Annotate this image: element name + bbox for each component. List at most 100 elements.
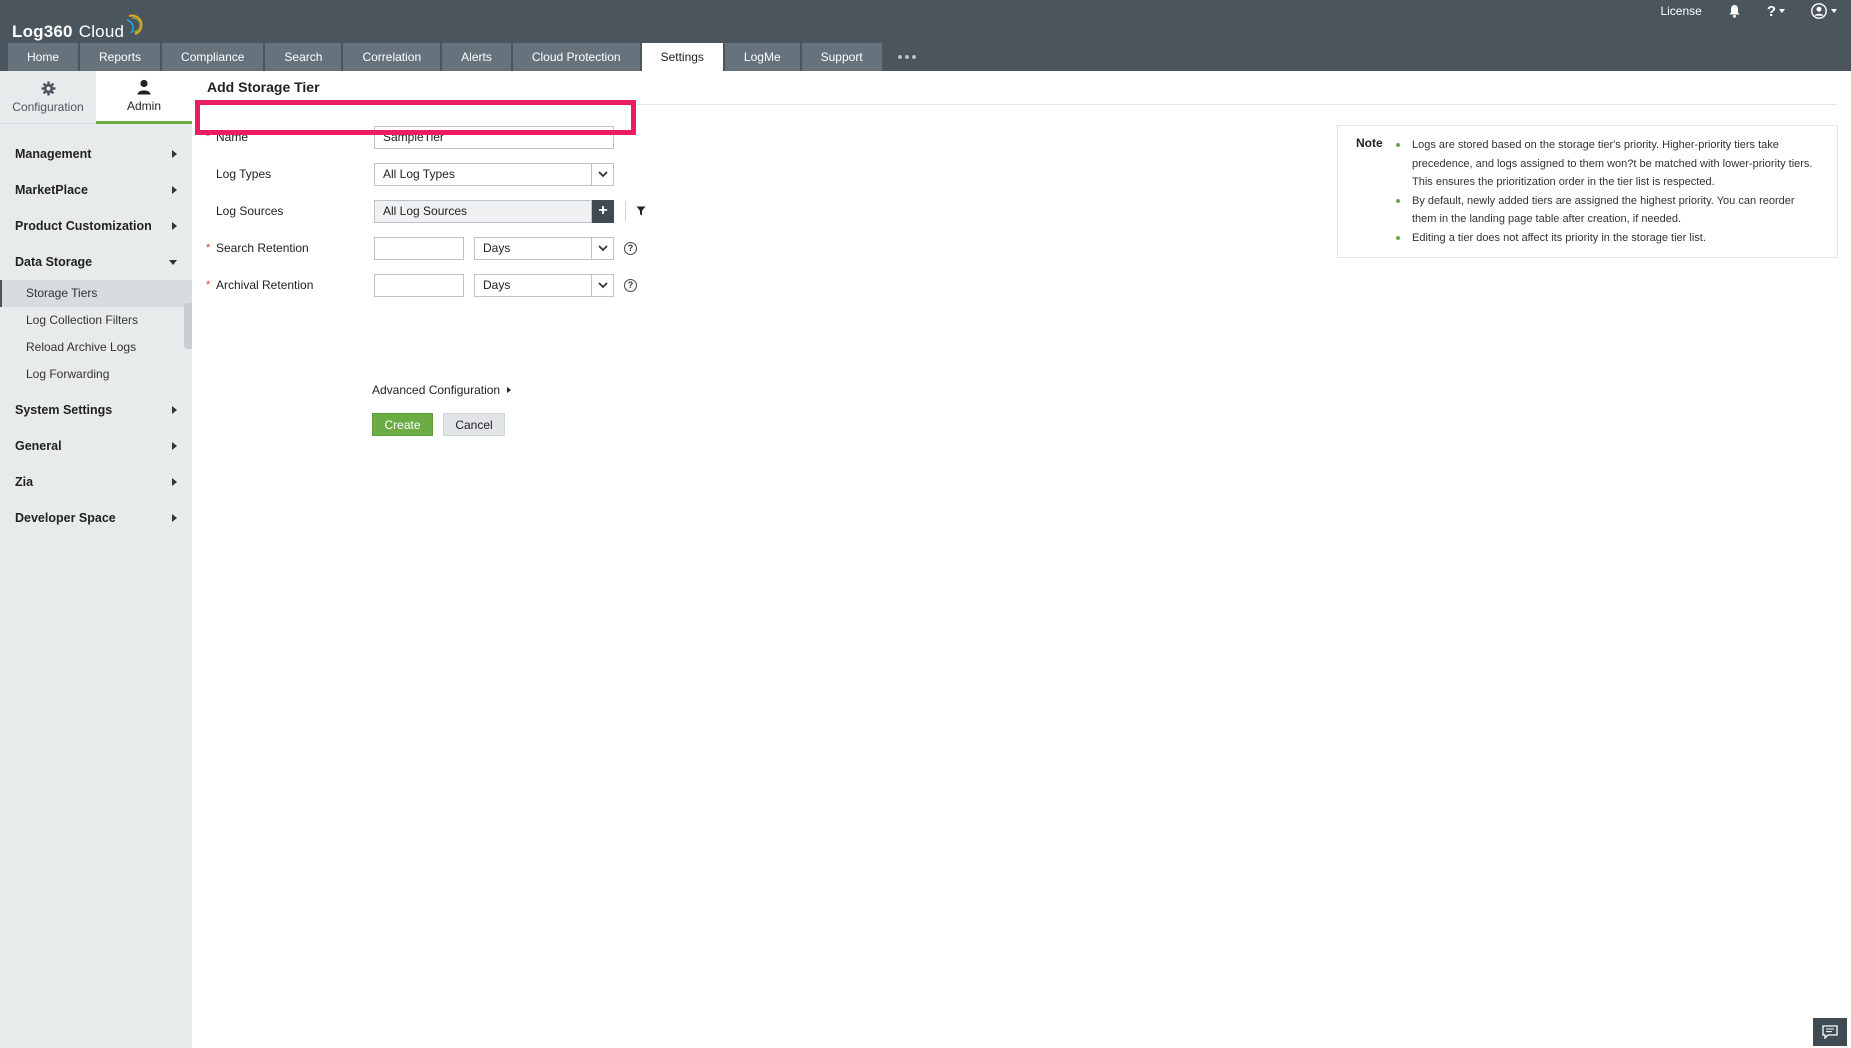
- sidebar-tab-admin[interactable]: Admin: [96, 71, 192, 124]
- sidebar-menu: Management MarketPlace Product Customiza…: [0, 124, 192, 536]
- form-row-search-retention: * Search Retention Days ?: [206, 236, 637, 260]
- archival-retention-unit-select[interactable]: Days: [474, 273, 614, 297]
- sidebar-item-system-settings[interactable]: System Settings: [0, 392, 192, 428]
- sidebar-item-zia[interactable]: Zia: [0, 464, 192, 500]
- sidebar-item-general[interactable]: General: [0, 428, 192, 464]
- tab-cloud-protection[interactable]: Cloud Protection: [512, 43, 640, 71]
- chevron-down-icon: [591, 163, 613, 185]
- more-tabs-icon[interactable]: [884, 43, 930, 71]
- sidebar-item-developer-space[interactable]: Developer Space: [0, 500, 192, 536]
- search-retention-unit-value: Days: [483, 241, 511, 255]
- tab-settings[interactable]: Settings: [641, 43, 723, 71]
- sidebar-item-label: Product Customization: [15, 219, 152, 233]
- add-log-source-button[interactable]: +: [592, 199, 614, 223]
- chevron-down-icon: [591, 274, 613, 296]
- chat-icon[interactable]: [1813, 1018, 1847, 1046]
- user-icon: [137, 79, 151, 95]
- archival-retention-input[interactable]: [374, 273, 464, 297]
- note-panel: Note Logs are stored based on the storag…: [1337, 125, 1838, 258]
- caret-right-icon: [172, 186, 177, 194]
- sidebar-item-marketplace[interactable]: MarketPlace: [0, 172, 192, 208]
- chevron-down-icon: [591, 237, 613, 259]
- note-title: Note: [1356, 136, 1383, 150]
- sidebar-item-label: General: [15, 439, 62, 453]
- sidebar-item-label: Zia: [15, 475, 34, 489]
- note-list: Logs are stored based on the storage tie…: [1394, 136, 1814, 257]
- gear-icon: [40, 81, 56, 96]
- note-item: Editing a tier does not affect its prior…: [1394, 229, 1814, 248]
- sidebar-item-data-storage[interactable]: Data Storage: [0, 244, 192, 280]
- chevron-down-icon: [1831, 9, 1837, 13]
- tab-compliance[interactable]: Compliance: [162, 43, 264, 71]
- archival-retention-unit-value: Days: [483, 278, 511, 292]
- logo-arc-icon: [126, 14, 143, 35]
- sidebar-tab-label: Configuration: [12, 100, 84, 114]
- tab-home[interactable]: Home: [8, 43, 79, 71]
- tab-alerts[interactable]: Alerts: [442, 43, 511, 71]
- sidebar-subitem-log-collection-filters[interactable]: Log Collection Filters: [0, 307, 192, 334]
- divider: [625, 201, 626, 221]
- advanced-configuration-toggle[interactable]: Advanced Configuration: [372, 383, 512, 397]
- required-mark: *: [206, 242, 211, 254]
- logo-sub-text: Cloud: [78, 22, 125, 41]
- name-field-highlight: [195, 100, 636, 135]
- help-icon[interactable]: ?: [624, 278, 637, 292]
- sidebar-subitem-reload-archive-logs[interactable]: Reload Archive Logs: [0, 334, 192, 361]
- tab-support[interactable]: Support: [801, 43, 882, 71]
- help-question-text: ?: [1766, 2, 1776, 20]
- log-sources-label: Log Sources: [216, 204, 284, 218]
- sidebar-subitem-storage-tiers[interactable]: Storage Tiers: [0, 280, 192, 307]
- create-button[interactable]: Create: [372, 413, 433, 436]
- caret-right-icon: [172, 442, 177, 450]
- sidebar-tabs: Configuration Admin: [0, 71, 192, 124]
- required-mark: *: [206, 279, 211, 291]
- archival-retention-label: Archival Retention: [216, 278, 314, 292]
- caret-right-icon: [507, 387, 512, 393]
- chevron-down-icon: [1779, 9, 1785, 13]
- sidebar-item-product-customization[interactable]: Product Customization: [0, 208, 192, 244]
- user-profile-icon[interactable]: [1811, 3, 1837, 19]
- caret-right-icon: [172, 406, 177, 414]
- search-retention-unit-select[interactable]: Days: [474, 236, 614, 260]
- main-content: Add Storage Tier * Name Log Types All Lo…: [192, 71, 1851, 1048]
- sidebar-tab-configuration[interactable]: Configuration: [0, 71, 96, 124]
- main-nav: Home Reports Compliance Search Correlati…: [8, 43, 930, 71]
- log-types-value: All Log Types: [383, 167, 455, 181]
- logo-text: Log360: [12, 22, 73, 41]
- form-row-log-types: Log Types All Log Types: [206, 162, 614, 186]
- form-row-log-sources: Log Sources All Log Sources +: [206, 199, 646, 223]
- tab-reports[interactable]: Reports: [80, 43, 161, 71]
- app-logo[interactable]: Log360 Cloud: [12, 8, 144, 42]
- cancel-button[interactable]: Cancel: [443, 413, 505, 436]
- bell-icon[interactable]: [1728, 4, 1741, 18]
- sidebar: Configuration Admin Management MarketPla…: [0, 71, 192, 1048]
- caret-right-icon: [172, 150, 177, 158]
- filter-icon[interactable]: [636, 206, 646, 216]
- search-retention-input[interactable]: [374, 236, 464, 260]
- sidebar-item-label: Data Storage: [15, 255, 93, 269]
- sidebar-tab-label: Admin: [126, 99, 161, 113]
- help-icon[interactable]: ?: [624, 241, 637, 255]
- page-title: Add Storage Tier: [207, 79, 320, 95]
- caret-down-icon: [169, 259, 177, 265]
- caret-right-icon: [172, 514, 177, 522]
- log-sources-field[interactable]: All Log Sources: [374, 199, 592, 223]
- caret-right-icon: [172, 478, 177, 486]
- sidebar-subitem-log-forwarding[interactable]: Log Forwarding: [0, 361, 192, 388]
- search-retention-label: Search Retention: [216, 241, 309, 255]
- form-row-archival-retention: * Archival Retention Days ?: [206, 273, 637, 297]
- log-types-label: Log Types: [216, 167, 272, 181]
- tab-logme[interactable]: LogMe: [724, 43, 800, 71]
- sidebar-item-label: MarketPlace: [15, 183, 88, 197]
- log-types-select[interactable]: All Log Types: [374, 162, 614, 186]
- note-item: Logs are stored based on the storage tie…: [1394, 136, 1814, 192]
- caret-right-icon: [172, 222, 177, 230]
- tab-correlation[interactable]: Correlation: [343, 43, 441, 71]
- sidebar-item-management[interactable]: Management: [0, 136, 192, 172]
- help-menu-icon[interactable]: ?: [1767, 3, 1785, 20]
- advanced-configuration-label: Advanced Configuration: [372, 383, 501, 397]
- license-link[interactable]: License: [1660, 4, 1701, 18]
- tab-search[interactable]: Search: [265, 43, 342, 71]
- sidebar-item-label: System Settings: [15, 403, 113, 417]
- sidebar-collapse-handle[interactable]: [184, 303, 192, 349]
